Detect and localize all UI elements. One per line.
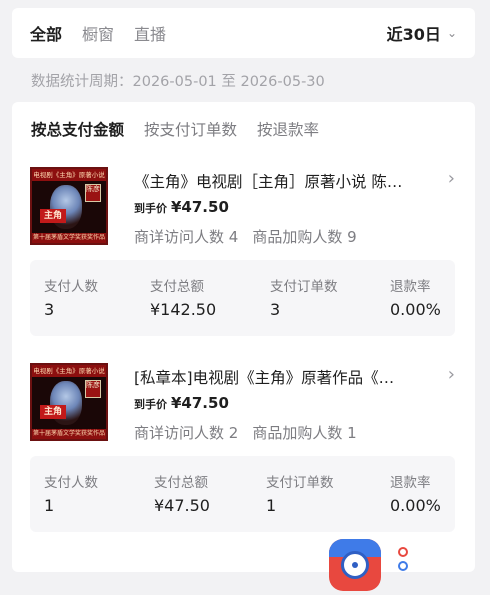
stat-value: ¥142.50 bbox=[150, 300, 217, 319]
sort-by-payment-amount[interactable]: 按总支付金额 bbox=[31, 118, 124, 140]
product-price: 到手价 ¥47.50 bbox=[134, 198, 229, 216]
top-tab-bar: 全部 橱窗 直播 近30日 ⌄ bbox=[12, 8, 475, 58]
product-title[interactable]: [私章本]电视剧《主角》原著作品《… bbox=[134, 366, 434, 388]
price-label: 到手价 bbox=[134, 202, 167, 215]
stat-label: 支付人数 bbox=[44, 475, 98, 491]
thumbnail-title-tag: 主角 bbox=[40, 209, 66, 223]
detail-visitors: 商详访问人数 2 bbox=[134, 424, 239, 442]
detail-visitors: 商详访问人数 4 bbox=[134, 228, 239, 246]
tab-all[interactable]: 全部 bbox=[30, 21, 62, 45]
product-traffic: 商详访问人数 2 商品加购人数 1 bbox=[134, 422, 357, 443]
date-range-select[interactable]: 近30日 ⌄ bbox=[387, 21, 457, 45]
thumbnail-footer-text: 第十届茅盾文学奖获奖作品 bbox=[32, 429, 106, 439]
product-traffic: 商详访问人数 4 商品加购人数 9 bbox=[134, 226, 357, 247]
product-stats: 支付人数 1 支付总额 ¥47.50 支付订单数 1 退款率 0.00% bbox=[30, 456, 455, 532]
price-value: ¥47.50 bbox=[171, 198, 229, 216]
stat-label: 退款率 bbox=[390, 475, 431, 491]
stat-label: 退款率 bbox=[390, 279, 431, 295]
stat-label: 支付总额 bbox=[154, 475, 208, 491]
cart-adds: 商品加购人数 1 bbox=[252, 424, 357, 442]
stat-label: 支付订单数 bbox=[270, 279, 338, 295]
thumbnail-footer-text: 第十届茅盾文学奖获奖作品 bbox=[32, 233, 106, 243]
thumbnail-header-text: 电视剧《主角》原著小说 bbox=[32, 365, 106, 377]
stat-value: ¥47.50 bbox=[154, 496, 210, 515]
thumbnail-seal: 陈彦 bbox=[85, 380, 101, 398]
stat-label: 支付总额 bbox=[150, 279, 204, 295]
tab-showcase[interactable]: 橱窗 bbox=[82, 21, 114, 45]
price-value: ¥47.50 bbox=[171, 394, 229, 412]
product-ranking-panel: 按总支付金额 按支付订单数 按退款率 电视剧《主角》原著小说 主角 陈彦 第十届… bbox=[12, 102, 475, 572]
sort-by-refund-rate[interactable]: 按退款率 bbox=[257, 118, 319, 140]
stat-value: 0.00% bbox=[390, 496, 441, 515]
tab-live[interactable]: 直播 bbox=[134, 21, 166, 45]
stat-value: 3 bbox=[270, 300, 281, 319]
thumbnail-seal: 陈彦 bbox=[85, 184, 101, 202]
thumbnail-title-tag: 主角 bbox=[40, 405, 66, 419]
product-thumbnail[interactable]: 电视剧《主角》原著小说 主角 陈彦 第十届茅盾文学奖获奖作品 bbox=[30, 167, 108, 245]
chevron-right-icon[interactable]: › bbox=[448, 364, 455, 385]
price-label: 到手价 bbox=[134, 398, 167, 411]
stat-value: 3 bbox=[44, 300, 55, 319]
sort-tabs: 按总支付金额 按支付订单数 按退款率 bbox=[31, 118, 339, 140]
product-price: 到手价 ¥47.50 bbox=[134, 394, 229, 412]
sort-by-order-count[interactable]: 按支付订单数 bbox=[144, 118, 237, 140]
stat-label: 支付人数 bbox=[44, 279, 98, 295]
product-thumbnail[interactable]: 电视剧《主角》原著小说 主角 陈彦 第十届茅盾文学奖获奖作品 bbox=[30, 363, 108, 441]
stat-value: 1 bbox=[266, 496, 277, 515]
thumbnail-header-text: 电视剧《主角》原著小说 bbox=[32, 169, 106, 181]
stat-label: 支付订单数 bbox=[266, 475, 334, 491]
product-stats: 支付人数 3 支付总额 ¥142.50 支付订单数 3 退款率 0.00% bbox=[30, 260, 455, 336]
product-title[interactable]: 《主角》电视剧［主角］原著小说 陈… bbox=[134, 170, 434, 192]
chevron-down-icon: ⌄ bbox=[446, 26, 457, 40]
camera-lens bbox=[341, 551, 369, 579]
stat-value: 0.00% bbox=[390, 300, 441, 319]
date-range-label: 近30日 bbox=[386, 25, 441, 44]
dots-icon[interactable] bbox=[398, 547, 410, 575]
stat-value: 1 bbox=[44, 496, 55, 515]
cart-adds: 商品加购人数 9 bbox=[252, 228, 357, 246]
chevron-right-icon[interactable]: › bbox=[448, 168, 455, 189]
camera-icon[interactable] bbox=[329, 539, 381, 591]
statistics-period: 数据统计周期：2026-05-01 至 2026-05-30 bbox=[31, 74, 325, 90]
